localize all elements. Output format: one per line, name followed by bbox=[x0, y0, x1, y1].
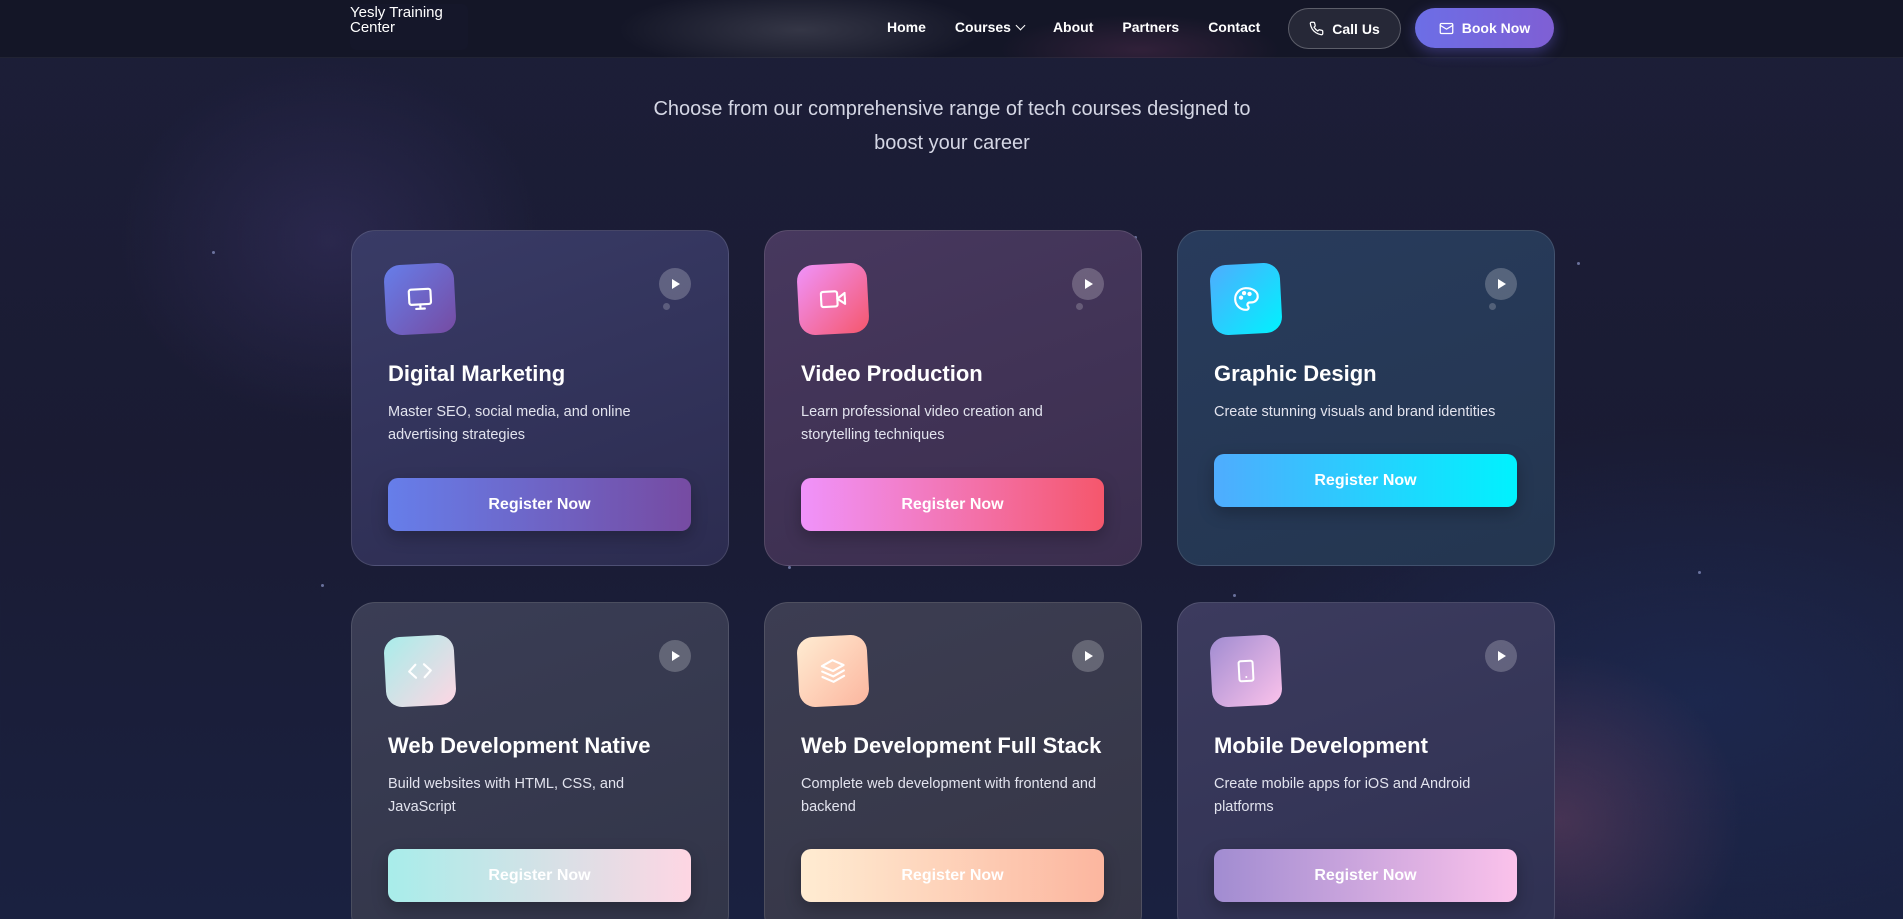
play-video-button[interactable] bbox=[659, 640, 691, 672]
course-card-web-development-native: Web Development Native Build websites wi… bbox=[351, 602, 729, 919]
nav-link-partners[interactable]: Partners bbox=[1122, 19, 1179, 35]
site-logo[interactable]: Yesly Training Center bbox=[350, 4, 468, 50]
chevron-down-icon bbox=[1015, 20, 1026, 30]
course-description: Learn professional video creation and st… bbox=[801, 404, 1043, 443]
course-card-mobile-development: Mobile Development Create mobile apps fo… bbox=[1177, 602, 1555, 919]
register-now-button[interactable]: Register Now bbox=[1214, 849, 1517, 902]
course-description: Build websites with HTML, CSS, and JavaS… bbox=[388, 776, 625, 815]
course-title: Graphic Design bbox=[1214, 361, 1377, 386]
background-star bbox=[1577, 262, 1580, 265]
indicator-dot bbox=[1076, 303, 1083, 310]
nav-link-courses[interactable]: Courses bbox=[954, 19, 1026, 35]
palette-icon bbox=[1234, 287, 1259, 311]
mail-icon bbox=[1439, 22, 1454, 34]
play-icon bbox=[1085, 651, 1093, 661]
indicator-dot bbox=[1489, 303, 1496, 310]
logo-alt-text: Yesly Training Center bbox=[350, 4, 443, 36]
play-icon bbox=[1498, 279, 1506, 289]
course-title: Video Production bbox=[801, 361, 983, 386]
monitor-icon bbox=[407, 287, 433, 311]
course-title: Web Development Native bbox=[388, 733, 651, 758]
nav-link-about[interactable]: About bbox=[1053, 19, 1093, 35]
background-star bbox=[788, 566, 791, 569]
code-icon bbox=[408, 663, 432, 679]
register-now-button[interactable]: Register Now bbox=[801, 478, 1104, 531]
nav-link-home[interactable]: Home bbox=[887, 19, 926, 35]
nav-link-contact[interactable]: Contact bbox=[1208, 19, 1260, 35]
play-video-button[interactable] bbox=[1072, 640, 1104, 672]
indicator-dot bbox=[663, 303, 670, 310]
course-icon-box bbox=[796, 634, 870, 708]
course-title: Mobile Development bbox=[1214, 733, 1428, 758]
course-description: Master SEO, social media, and online adv… bbox=[388, 404, 631, 443]
play-video-button[interactable] bbox=[659, 268, 691, 300]
course-icon-box bbox=[383, 634, 457, 708]
course-icon-box bbox=[796, 262, 870, 336]
course-card-video-production: Video Production Learn professional vide… bbox=[764, 230, 1142, 566]
video-icon bbox=[819, 290, 847, 309]
course-card-digital-marketing: Digital Marketing Master SEO, social med… bbox=[351, 230, 729, 566]
phone-icon bbox=[1309, 21, 1324, 36]
background-star bbox=[212, 251, 215, 254]
course-title: Web Development Full Stack bbox=[801, 733, 1102, 758]
course-icon-box bbox=[1209, 262, 1283, 336]
subtitle-line-1: Choose from our comprehensive range of t… bbox=[653, 98, 1251, 120]
course-icon-box bbox=[1209, 634, 1283, 708]
course-card-web-development-full-stack: Web Development Full Stack Complete web … bbox=[764, 602, 1142, 919]
book-now-label: Book Now bbox=[1461, 20, 1531, 36]
course-title: Digital Marketing bbox=[388, 361, 566, 386]
course-icon-box bbox=[383, 262, 457, 336]
background-star bbox=[1698, 571, 1701, 574]
play-icon bbox=[672, 651, 680, 661]
background-star bbox=[1233, 594, 1236, 597]
call-us-label: Call Us bbox=[1332, 20, 1380, 37]
layers-icon bbox=[820, 659, 846, 683]
course-description: Create mobile apps for iOS and Android p… bbox=[1214, 776, 1471, 815]
course-description: Complete web development with frontend a… bbox=[801, 776, 1097, 815]
smartphone-icon bbox=[1237, 659, 1255, 683]
play-icon bbox=[672, 279, 680, 289]
book-now-button[interactable]: Book Now bbox=[1415, 8, 1554, 48]
background-star bbox=[321, 584, 324, 587]
course-card-graphic-design: Graphic Design Create stunning visuals a… bbox=[1177, 230, 1555, 566]
section-subtitle: Choose from our comprehensive range of t… bbox=[640, 92, 1264, 160]
register-now-button[interactable]: Register Now bbox=[801, 849, 1104, 902]
call-us-button[interactable]: Call Us bbox=[1288, 8, 1401, 49]
play-icon bbox=[1498, 651, 1506, 661]
top-navbar: Yesly Training Center Home Courses About… bbox=[0, 0, 1903, 58]
nav-links: Home Courses About Partners Contact bbox=[887, 0, 1289, 54]
register-now-button[interactable]: Register Now bbox=[388, 849, 691, 902]
register-now-button[interactable]: Register Now bbox=[388, 478, 691, 531]
play-video-button[interactable] bbox=[1072, 268, 1104, 300]
play-video-button[interactable] bbox=[1485, 640, 1517, 672]
course-description: Create stunning visuals and brand identi… bbox=[1214, 404, 1496, 420]
nav-link-courses-label: Courses bbox=[954, 19, 1011, 35]
subtitle-line-2: boost your career bbox=[874, 132, 1030, 154]
play-icon bbox=[1085, 279, 1093, 289]
play-video-button[interactable] bbox=[1485, 268, 1517, 300]
register-now-button[interactable]: Register Now bbox=[1214, 454, 1517, 507]
